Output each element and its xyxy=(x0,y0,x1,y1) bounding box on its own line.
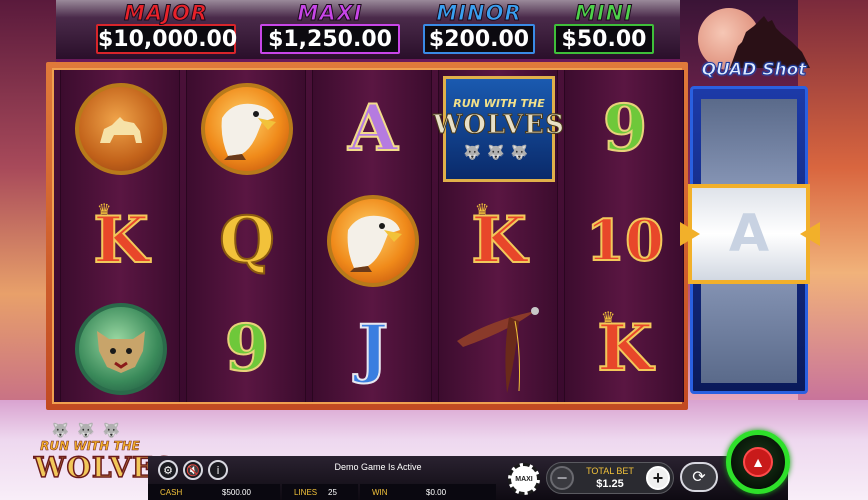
crown-icon: ♛ xyxy=(601,310,616,327)
lines-label: LINES xyxy=(294,487,318,497)
win-display: WIN $0.00 xyxy=(360,484,496,500)
jackpot-mini-value: $50.00 xyxy=(554,24,654,54)
wolf-coin-icon xyxy=(75,83,167,175)
wild-title-small: RUN WITH THE xyxy=(453,97,545,110)
lines-value: 25 xyxy=(328,487,337,497)
running-wolves-icon: 🐺🐺🐺 xyxy=(463,144,535,160)
reel-1: ♛ K xyxy=(60,70,180,402)
gear-icon[interactable]: ⚙ xyxy=(158,460,178,480)
jackpot-minor-value: $200.00 xyxy=(423,24,535,54)
reels-area: ♛ K Q 9 A J RUN WITH THE WOLVES 🐺🐺🐺 ♛ K … xyxy=(52,68,684,404)
quad-shot-pointer-right-icon xyxy=(800,222,820,246)
cash-value: $500.00 xyxy=(222,487,251,497)
crown-icon: ♛ xyxy=(475,202,490,219)
jackpot-bar: MAJOR $10,000.00 MAXI $1,250.00 MINOR $2… xyxy=(56,0,680,62)
symbol-lynx-medallion xyxy=(61,294,181,404)
sound-muted-icon[interactable]: 🔇 xyxy=(183,460,203,480)
reels-frame: ♛ K Q 9 A J RUN WITH THE WOLVES 🐺🐺🐺 ♛ K … xyxy=(46,62,688,410)
eagle-icon xyxy=(327,195,419,287)
cash-label: CASH xyxy=(160,487,183,497)
symbol-k: ♛ K xyxy=(61,186,181,296)
reel-2: Q 9 xyxy=(186,70,306,402)
reel-3: A J xyxy=(312,70,432,402)
symbol-9: 9 xyxy=(565,74,685,184)
quad-shot-logo: QUAD Shot xyxy=(701,60,807,81)
spin-icon: ▲ xyxy=(743,447,773,477)
symbol-wild: RUN WITH THE WOLVES 🐺🐺🐺 xyxy=(433,74,564,184)
quad-shot-pointer-left-icon xyxy=(680,222,700,246)
total-bet-label: TOTAL BET xyxy=(586,466,634,476)
symbol-k: ♛ K xyxy=(439,186,559,296)
crown-icon: ♛ xyxy=(97,202,112,219)
jackpot-minor: MINOR $200.00 xyxy=(423,2,535,56)
eagle-icon xyxy=(201,83,293,175)
card-letter-9: 9 xyxy=(602,91,649,166)
jackpot-major: MAJOR $10,000.00 xyxy=(96,1,237,56)
card-letter-a: A xyxy=(347,91,399,166)
symbol-q: Q xyxy=(187,186,307,296)
lynx-icon xyxy=(75,303,167,395)
info-icon[interactable]: i xyxy=(208,460,228,480)
symbol-coin-medallion xyxy=(61,74,181,184)
symbol-feathers xyxy=(439,294,559,404)
autoplay-icon: ⟳ xyxy=(692,469,706,486)
jackpot-mini: MINI $50.00 xyxy=(554,2,654,56)
card-letter-9: 9 xyxy=(224,311,271,386)
cash-display: CASH $500.00 xyxy=(148,484,280,500)
symbol-10: 10 xyxy=(565,186,685,296)
reel-5: 9 10 ♛ K xyxy=(564,70,684,402)
symbol-eagle-medallion xyxy=(187,74,307,184)
quad-shot-symbol: A xyxy=(728,204,770,264)
symbol-9: 9 xyxy=(187,294,307,404)
symbol-j: J xyxy=(313,294,433,404)
autoplay-button[interactable]: ⟳ xyxy=(680,462,718,492)
game-logo-big: WOLVES xyxy=(33,451,176,484)
win-value: $0.00 xyxy=(426,487,447,497)
wild-title-big: WOLVES xyxy=(433,110,565,141)
increase-bet-button[interactable]: + xyxy=(646,466,670,490)
running-wolves-icon: 🐺🐺🐺 xyxy=(51,422,129,438)
quad-shot-window: A xyxy=(688,184,810,284)
symbol-eagle-medallion xyxy=(313,186,433,296)
decrease-bet-button[interactable]: − xyxy=(550,466,574,490)
symbol-k: ♛ K xyxy=(565,294,685,404)
jackpot-maxi-value: $1,250.00 xyxy=(260,24,400,54)
jackpot-major-title: MAJOR xyxy=(124,1,208,25)
feathers-icon xyxy=(457,307,539,393)
jackpot-major-value: $10,000.00 xyxy=(96,24,237,54)
jackpot-mini-title: MINI xyxy=(574,1,634,25)
game-logo: 🐺🐺🐺 RUN WITH THE WOLVES xyxy=(33,422,176,498)
status-message: Demo Game Is Active xyxy=(334,462,422,472)
card-letter-10: 10 xyxy=(585,208,665,274)
lines-display: LINES 25 xyxy=(282,484,358,500)
jackpot-maxi: MAXI $1,250.00 xyxy=(260,2,400,56)
symbol-a: A xyxy=(313,74,433,184)
jackpot-maxi-title: MAXI xyxy=(297,1,363,25)
card-letter-j: J xyxy=(357,311,389,386)
win-label: WIN xyxy=(372,487,388,497)
wild-logo-tile: RUN WITH THE WOLVES 🐺🐺🐺 xyxy=(433,76,564,182)
card-letter-q: Q xyxy=(218,203,276,278)
reel-4: RUN WITH THE WOLVES 🐺🐺🐺 ♛ K xyxy=(433,70,564,404)
spin-button[interactable]: ▲ xyxy=(726,430,790,494)
total-bet-value: $1.25 xyxy=(596,478,624,490)
jackpot-minor-title: MINOR xyxy=(436,1,522,25)
maxi-chip-button[interactable]: MAXI xyxy=(508,463,540,495)
